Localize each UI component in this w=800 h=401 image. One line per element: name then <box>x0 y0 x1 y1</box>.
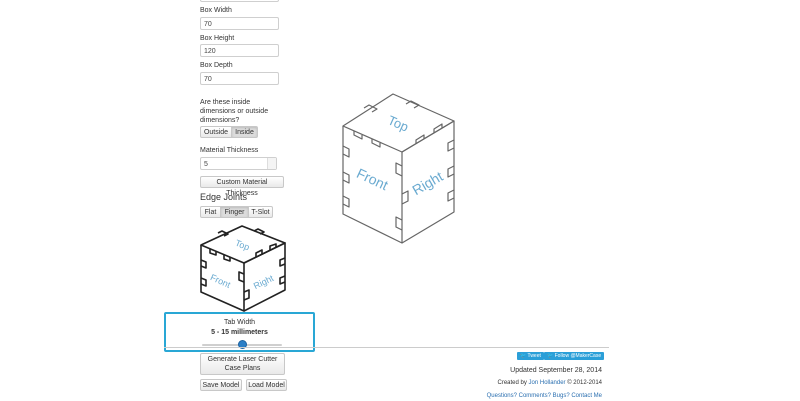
large-front-label: Front <box>354 165 390 193</box>
small-right-label: Right <box>252 273 276 291</box>
tab-width-label: Tab Width <box>223 319 256 326</box>
tweet-button-label: Tweet <box>527 353 541 359</box>
finger-button[interactable]: Finger <box>220 206 249 218</box>
material-thickness-value: 5 <box>204 161 208 168</box>
tslot-button[interactable]: T-Slot <box>248 206 273 218</box>
small-top-label: Top <box>234 238 251 253</box>
custom-thickness-button[interactable]: Custom Material Thickness <box>200 176 284 197</box>
box-width-input[interactable]: 70 <box>200 17 279 30</box>
box-depth-label: Box Depth <box>200 62 233 69</box>
small-front-label: Front <box>209 272 233 290</box>
divider <box>164 347 609 348</box>
created-prefix: Created by <box>497 380 529 386</box>
material-thickness-label: Material Thickness <box>200 147 259 154</box>
clipped-input-top[interactable] <box>200 0 279 2</box>
small-box-illustration: Top Front Right <box>200 225 286 312</box>
generate-plans-button[interactable]: Generate Laser Cutter Case Plans <box>200 353 285 375</box>
copyright-text: © 2012-2014 <box>565 380 602 386</box>
box-height-label: Box Height <box>200 35 235 42</box>
flat-button[interactable]: Flat <box>200 206 221 218</box>
updated-text: Updated September 28, 2014 <box>510 367 602 374</box>
box-width-label: Box Width <box>200 7 232 14</box>
save-model-button[interactable]: Save Model <box>200 379 242 391</box>
box-depth-input[interactable]: 70 <box>200 72 279 85</box>
follow-button[interactable]: 🐦 Follow @MakerCase <box>544 352 605 360</box>
twitter-bird-icon: 🐦 <box>547 353 554 359</box>
edge-joint-toggle: Flat Finger T-Slot <box>200 206 273 218</box>
twitter-bird-icon: 🐦 <box>520 353 527 359</box>
contact-link[interactable]: Questions? Comments? Bugs? Contact Me <box>487 393 602 399</box>
dimensions-question: Are these inside dimensions or outside d… <box>200 99 269 124</box>
tab-width-range: 5 - 15 millimeters <box>211 329 268 336</box>
large-box-illustration: Top Front Right <box>342 93 455 244</box>
edge-joints-heading: Edge Joints <box>200 192 248 202</box>
material-thickness-select[interactable]: 5 <box>200 157 277 170</box>
follow-button-label: Follow @MakerCase <box>554 353 602 359</box>
inside-button[interactable]: Inside <box>231 126 258 138</box>
created-by-line: Created by Jon Hollander © 2012-2014 <box>497 380 602 386</box>
outside-button[interactable]: Outside <box>200 126 232 138</box>
large-top-label: Top <box>386 112 411 134</box>
box-height-input[interactable]: 120 <box>200 44 279 57</box>
author-link[interactable]: Jon Hollander <box>529 380 566 386</box>
tab-width-panel: Tab Width 5 - 15 millimeters <box>164 312 315 352</box>
large-right-label: Right <box>409 168 445 198</box>
load-model-button[interactable]: Load Model <box>246 379 287 391</box>
select-arrow-icon <box>267 158 276 169</box>
dimension-toggle: Outside Inside <box>200 126 258 138</box>
tweet-button[interactable]: 🐦 Tweet <box>517 352 544 360</box>
